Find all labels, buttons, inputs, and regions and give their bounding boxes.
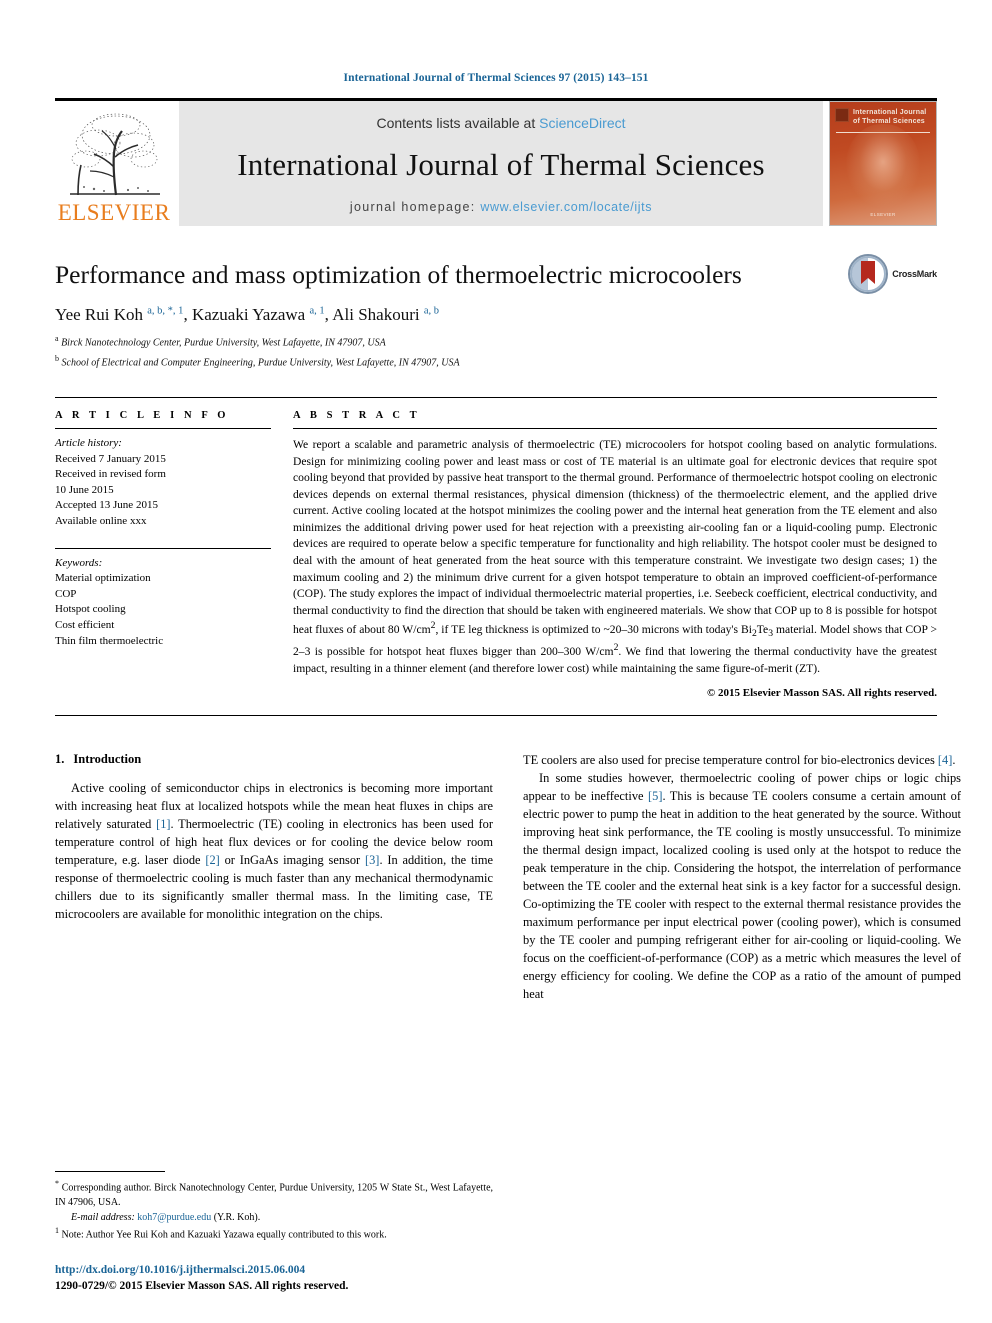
journal-homepage-link[interactable]: www.elsevier.com/locate/ijts: [480, 200, 652, 214]
section-number: 1.: [55, 752, 65, 767]
footnote-note-text: Note: Author Yee Rui Koh and Kazuaki Yaz…: [61, 1229, 387, 1241]
article-info-heading: A R T I C L E I N F O: [55, 409, 230, 421]
keyword-item: Material optimization: [55, 572, 151, 585]
paragraph: In some studies however, thermoelectric …: [523, 771, 961, 1002]
footer-doi-block: http://dx.doi.org/10.1016/j.ijthermalsci…: [55, 1262, 555, 1295]
keywords-block: Keywords: Material optimization COP Hots…: [55, 547, 271, 650]
elsevier-wordmark: ELSEVIER: [57, 200, 171, 225]
paper-page: International Journal of Thermal Science…: [0, 0, 992, 1323]
footnote-corresponding-author: * Corresponding author. Birck Nanotechno…: [55, 1178, 493, 1210]
asterisk-icon: *: [55, 1179, 59, 1189]
footnote-rule: [55, 1171, 165, 1173]
cover-artwork: [846, 123, 920, 208]
article-history: Article history: Received 7 January 2015…: [55, 436, 271, 530]
keywords-rule: [55, 547, 271, 549]
email-label: E-mail address:: [71, 1211, 135, 1223]
history-item: Received in revised form: [55, 468, 166, 481]
title-block: Performance and mass optimization of the…: [55, 254, 937, 371]
abstract-column: A B S T R A C T We report a scalable and…: [293, 410, 937, 699]
crossmark-label: CrossMark: [892, 269, 937, 279]
abstract-bottom-rule: [55, 715, 937, 717]
body-column-left: 1. Introduction Active cooling of semicon…: [55, 752, 493, 1004]
abstract-copyright: © 2015 Elsevier Masson SAS. All rights r…: [707, 687, 937, 700]
paragraph: TE coolers are also used for precise tem…: [523, 753, 956, 768]
author-list: Yee Rui Koh a, b, *, 1, Kazuaki Yazawa a…: [55, 305, 439, 325]
history-item: 10 June 2015: [55, 483, 114, 496]
cover-footer-text: ELSEVIER: [870, 212, 896, 217]
history-item: Accepted 13 June 2015: [55, 499, 158, 512]
elsevier-tree-icon: [64, 109, 164, 201]
journal-homepage-line: journal homepage: www.elsevier.com/locat…: [350, 200, 652, 214]
abstract-text: We report a scalable and parametric anal…: [293, 437, 937, 675]
sciencedirect-link[interactable]: ScienceDirect: [539, 115, 625, 131]
running-head: International Journal of Thermal Science…: [343, 72, 649, 84]
affiliation-a-text: Birck Nanotechnology Center, Purdue Univ…: [61, 337, 386, 349]
page-title: Performance and mass optimization of the…: [55, 260, 742, 289]
article-history-label: Article history:: [55, 436, 122, 449]
affiliation-a: a Birck Nanotechnology Center, Purdue Un…: [55, 334, 386, 349]
footnote-corresponding-text: Corresponding author. Birck Nanotechnolo…: [55, 1182, 494, 1209]
info-abstract-region: A R T I C L E I N F O Article history: R…: [55, 398, 937, 699]
journal-cover-thumbnail: International Journal of Thermal Science…: [829, 101, 937, 226]
section-title: Introduction: [73, 752, 142, 767]
crossmark-badge[interactable]: CrossMark: [848, 254, 937, 294]
doi-link[interactable]: http://dx.doi.org/10.1016/j.ijthermalsci…: [55, 1262, 555, 1279]
paragraph: Active cooling of semiconductor chips in…: [55, 781, 493, 922]
elsevier-logo: ELSEVIER: [55, 101, 173, 226]
article-info-rule: [55, 427, 271, 429]
body-columns: 1. Introduction Active cooling of semicon…: [55, 752, 961, 1004]
article-info-column: A R T I C L E I N F O Article history: R…: [55, 410, 271, 699]
journal-masthead: ELSEVIER Contents lists available at Sci…: [55, 98, 937, 226]
keyword-item: Cost efficient: [55, 619, 115, 632]
footnote-block: * Corresponding author. Birck Nanotechno…: [55, 1171, 493, 1243]
issn-copyright-line: 1290-0729/© 2015 Elsevier Masson SAS. Al…: [55, 1280, 349, 1293]
footnote-marker-1: 1: [55, 1226, 59, 1236]
section-heading-introduction: 1. Introduction: [55, 752, 493, 767]
history-item: Received 7 January 2015: [55, 452, 166, 465]
journal-banner: Contents lists available at ScienceDirec…: [179, 101, 823, 226]
abstract-rule: [293, 427, 937, 429]
email-link[interactable]: koh7@purdue.edu: [137, 1212, 211, 1223]
homepage-prefix: journal homepage:: [349, 200, 481, 214]
keyword-item: Thin film thermoelectric: [55, 634, 164, 647]
keyword-item: COP: [55, 587, 77, 600]
contents-prefix: Contents lists available at: [376, 115, 540, 131]
footnote-email: E-mail address: koh7@purdue.edu (Y.R. Ko…: [55, 1211, 493, 1226]
contents-available-line: Contents lists available at ScienceDirec…: [376, 115, 625, 131]
journal-title: International Journal of Thermal Science…: [237, 147, 765, 183]
crossmark-icon: [848, 254, 889, 294]
cover-emblem-icon: [835, 108, 849, 122]
history-item: Available online xxx: [55, 515, 147, 528]
email-suffix: (Y.R. Koh).: [213, 1211, 261, 1223]
body-column-right: TE coolers are also used for precise tem…: [523, 752, 961, 1004]
affiliation-b-text: School of Electrical and Computer Engine…: [61, 357, 460, 369]
footnote-equal-contribution: 1 Note: Author Yee Rui Koh and Kazuaki Y…: [55, 1225, 493, 1243]
affiliation-b: b School of Electrical and Computer Engi…: [55, 354, 460, 369]
keywords-label: Keywords:: [55, 556, 103, 569]
keyword-item: Hotspot cooling: [55, 603, 126, 616]
abstract-heading: A B S T R A C T: [293, 409, 421, 421]
